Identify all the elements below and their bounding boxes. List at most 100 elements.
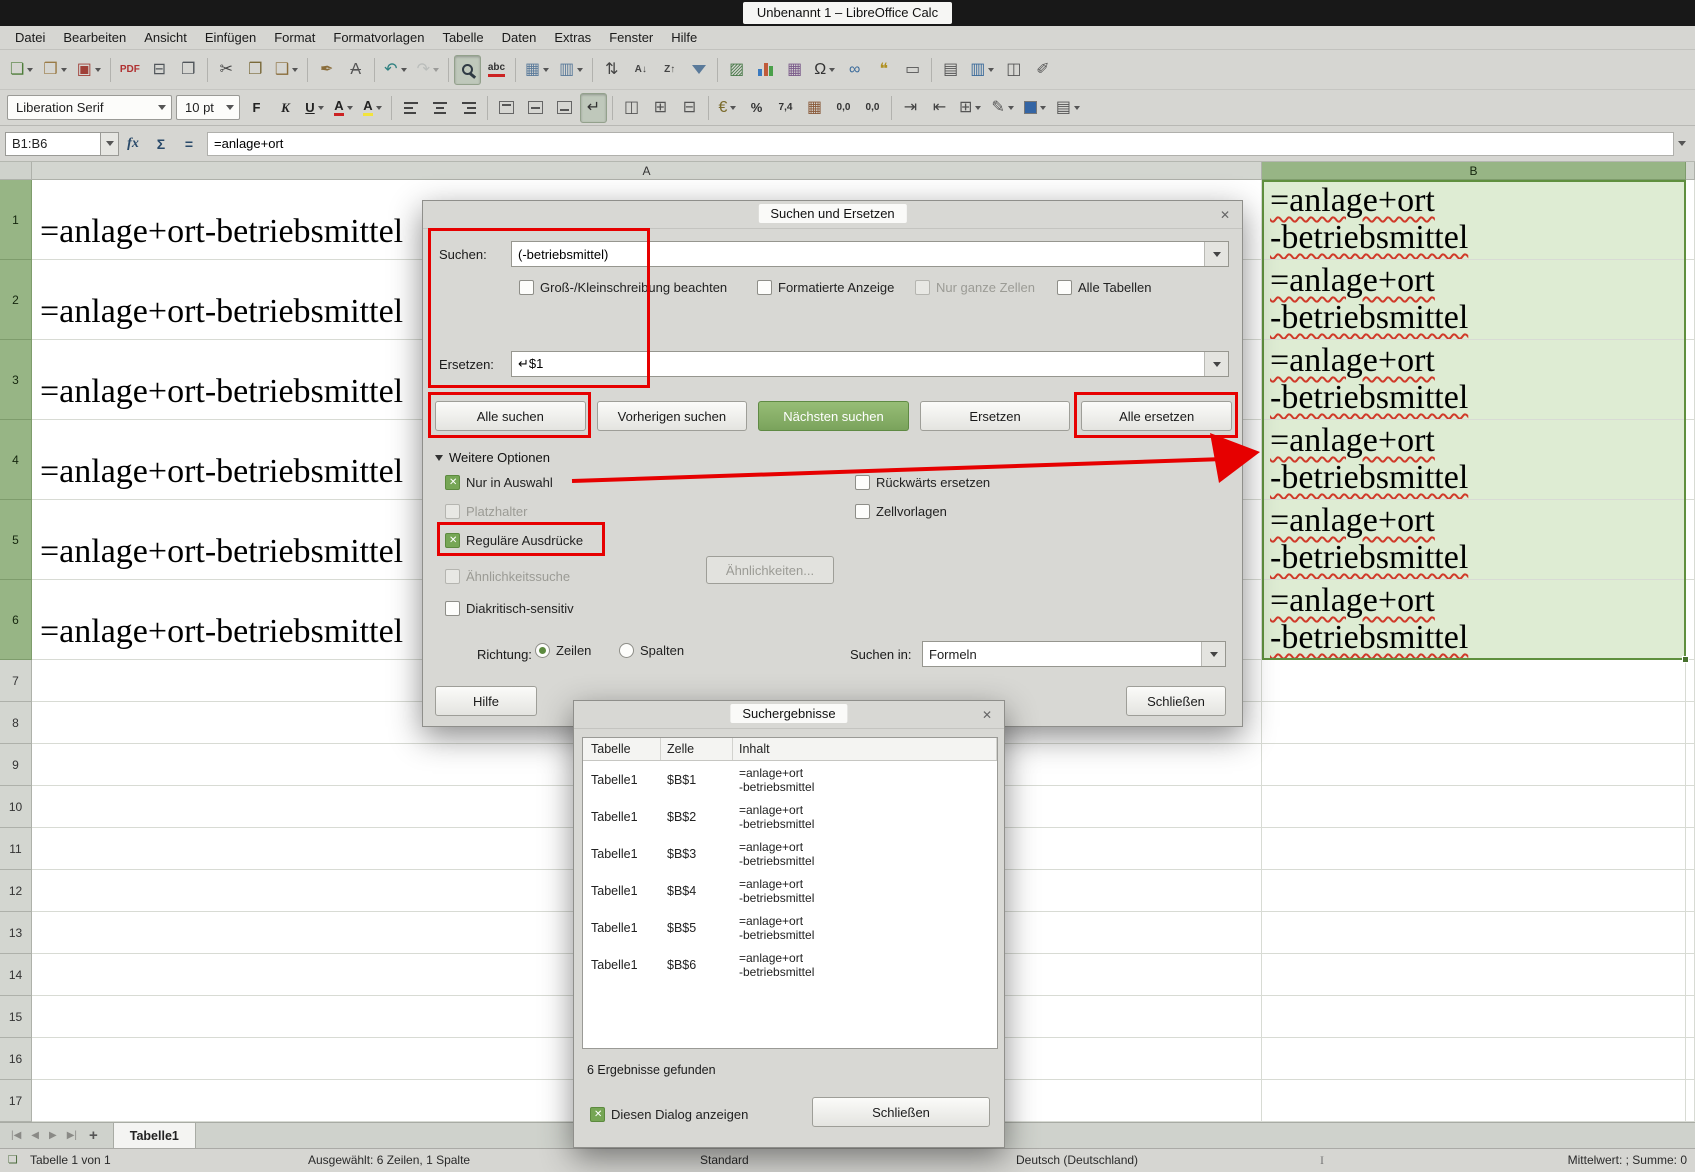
ersetzen-button[interactable]: Ersetzen — [920, 401, 1071, 431]
row-header-12[interactable]: 12 — [0, 870, 32, 912]
replace-dropdown-icon[interactable] — [1204, 352, 1228, 376]
split-window-button[interactable]: ◫ — [1000, 55, 1027, 85]
formatierte-anzeige-checkbox[interactable]: Formatierte Anzeige — [757, 280, 894, 295]
alle-tabellen-checkbox[interactable]: Alle Tabellen — [1057, 280, 1151, 295]
cell-b3[interactable]: =anlage+ort-betriebsmittel — [1262, 340, 1686, 420]
status-language[interactable]: Deutsch (Deutschland) — [1016, 1153, 1138, 1167]
sort-ascending-button[interactable]: A↓ — [627, 55, 654, 85]
result-row-4[interactable]: Tabelle1$B$4=anlage+ort-betriebsmittel — [583, 872, 997, 909]
menu-einf-gen[interactable]: Einfügen — [196, 27, 265, 48]
wrap-text-button[interactable]: ↵ — [580, 93, 607, 123]
font-name-combo[interactable]: Liberation Serif — [7, 95, 172, 120]
align-right-button[interactable] — [455, 93, 482, 123]
row-header-14[interactable]: 14 — [0, 954, 32, 996]
print-preview-button[interactable]: ❐ — [175, 55, 202, 85]
r-ckw-rts-ersetzen-checkbox[interactable]: Rückwärts ersetzen — [855, 475, 990, 490]
dialog-close-button[interactable]: Schließen — [1126, 686, 1226, 716]
cell-b9[interactable] — [1262, 744, 1686, 786]
menu-daten[interactable]: Daten — [493, 27, 546, 48]
print-button[interactable]: ⊟ — [146, 55, 173, 85]
status-stats[interactable]: Mittelwert: ; Summe: 0 — [1568, 1153, 1687, 1167]
borders-button[interactable]: ⊞ — [955, 93, 985, 123]
cell-b12[interactable] — [1262, 870, 1686, 912]
chevron-down-icon[interactable] — [347, 106, 353, 110]
column-header-inhalt[interactable]: Inhalt — [733, 738, 997, 760]
dialog-titlebar[interactable]: Suchen und Ersetzen — [423, 201, 1242, 229]
italic-button[interactable]: K — [272, 93, 299, 123]
search-in-dropdown-icon[interactable] — [1201, 642, 1225, 666]
function-wizard-button[interactable]: fx — [120, 132, 146, 156]
row-header-3[interactable]: 3 — [0, 340, 32, 420]
vorherigen-suchen-button[interactable]: Vorherigen suchen — [597, 401, 748, 431]
center-vertically-button[interactable] — [522, 93, 549, 123]
bold-button[interactable]: F — [243, 93, 270, 123]
chevron-down-icon[interactable] — [730, 106, 736, 110]
menu-ansicht[interactable]: Ansicht — [135, 27, 196, 48]
insert-chart-button[interactable] — [752, 55, 779, 85]
undo-button[interactable]: ↶ — [380, 55, 410, 85]
chevron-down-icon[interactable] — [401, 68, 407, 72]
search-input[interactable] — [512, 242, 1204, 266]
row-header-2[interactable]: 2 — [0, 260, 32, 340]
menu-format[interactable]: Format — [265, 27, 324, 48]
regul-re-ausdr-cke-checkbox[interactable]: Reguläre Ausdrücke — [445, 533, 583, 548]
delete-decimal-place-button[interactable]: 0,0 — [859, 93, 886, 123]
row-header-8[interactable]: 8 — [0, 702, 32, 744]
result-row-2[interactable]: Tabelle1$B$2=anlage+ort-betriebsmittel — [583, 798, 997, 835]
chevron-down-icon[interactable] — [577, 68, 583, 72]
freeze-rows-columns-button[interactable]: ▥ — [966, 55, 998, 85]
chevron-down-icon[interactable] — [376, 106, 382, 110]
open-file-button[interactable]: ❒ — [39, 55, 70, 85]
replace-field[interactable] — [511, 351, 1229, 377]
cell-b11[interactable] — [1262, 828, 1686, 870]
unmerge-cells-button[interactable]: ⊟ — [676, 93, 703, 123]
column-header-b[interactable]: B — [1262, 162, 1686, 180]
show-draw-functions-button[interactable]: ✐ — [1029, 55, 1056, 85]
row-header-6[interactable]: 6 — [0, 580, 32, 660]
insert-comment-button[interactable]: ❝ — [870, 55, 897, 85]
row-header-15[interactable]: 15 — [0, 996, 32, 1038]
row-header-17[interactable]: 17 — [0, 1080, 32, 1122]
sort-button[interactable]: ⇅ — [598, 55, 625, 85]
chevron-down-icon[interactable] — [292, 68, 298, 72]
formula-input[interactable] — [207, 132, 1674, 156]
chevron-down-icon[interactable] — [988, 68, 994, 72]
row-header-5[interactable]: 5 — [0, 500, 32, 580]
formula-bar-expand-icon[interactable] — [1678, 141, 1686, 146]
row-header-1[interactable]: 1 — [0, 180, 32, 260]
export-pdf-button[interactable]: PDF — [116, 55, 144, 85]
chevron-down-icon[interactable] — [543, 68, 549, 72]
highlighting-color-button[interactable]: A — [359, 93, 386, 123]
cell-b13[interactable] — [1262, 912, 1686, 954]
dialog-titlebar[interactable]: Suchergebnisse — [574, 701, 1004, 729]
result-row-1[interactable]: Tabelle1$B$1=anlage+ort-betriebsmittel — [583, 761, 997, 798]
menu-extras[interactable]: Extras — [545, 27, 600, 48]
cell-b2[interactable]: =anlage+ort-betriebsmittel — [1262, 260, 1686, 340]
insert-column-button[interactable]: ▥ — [555, 55, 587, 85]
n-chsten-suchen-button[interactable]: Nächsten suchen — [758, 401, 909, 431]
cell-b10[interactable] — [1262, 786, 1686, 828]
menu-tabelle[interactable]: Tabelle — [433, 27, 492, 48]
insert-text-box-button[interactable]: ▭ — [899, 55, 926, 85]
clone-formatting-button[interactable]: ✒ — [313, 55, 340, 85]
chevron-down-icon[interactable] — [433, 68, 439, 72]
align-bottom-button[interactable] — [551, 93, 578, 123]
status-page-style[interactable]: Standard — [700, 1153, 749, 1167]
row-header-10[interactable]: 10 — [0, 786, 32, 828]
insert-image-button[interactable]: ▨ — [723, 55, 750, 85]
search-dropdown-icon[interactable] — [1204, 242, 1228, 266]
result-row-3[interactable]: Tabelle1$B$3=anlage+ort-betriebsmittel — [583, 835, 997, 872]
new-document-button[interactable]: ❏ — [6, 55, 37, 85]
format-as-currency-button[interactable]: € — [714, 93, 741, 123]
font-color-button[interactable]: A — [330, 93, 357, 123]
underline-button[interactable]: U — [301, 93, 328, 123]
chevron-down-icon[interactable] — [27, 68, 33, 72]
menu-formatvorlagen[interactable]: Formatvorlagen — [324, 27, 433, 48]
diakritisch-sensitiv-checkbox[interactable]: Diakritisch-sensitiv — [445, 601, 574, 616]
headers-and-footers-button[interactable]: ▤ — [937, 55, 964, 85]
border-style-button[interactable]: ✎ — [987, 93, 1017, 123]
status-selection-info[interactable]: Ausgewählt: 6 Zeilen, 1 Spalte — [308, 1153, 470, 1167]
row-header-4[interactable]: 4 — [0, 420, 32, 500]
add-sheet-icon[interactable]: + — [82, 1127, 105, 1144]
sheet-nav-first-icon[interactable]: |◀ — [6, 1130, 26, 1141]
